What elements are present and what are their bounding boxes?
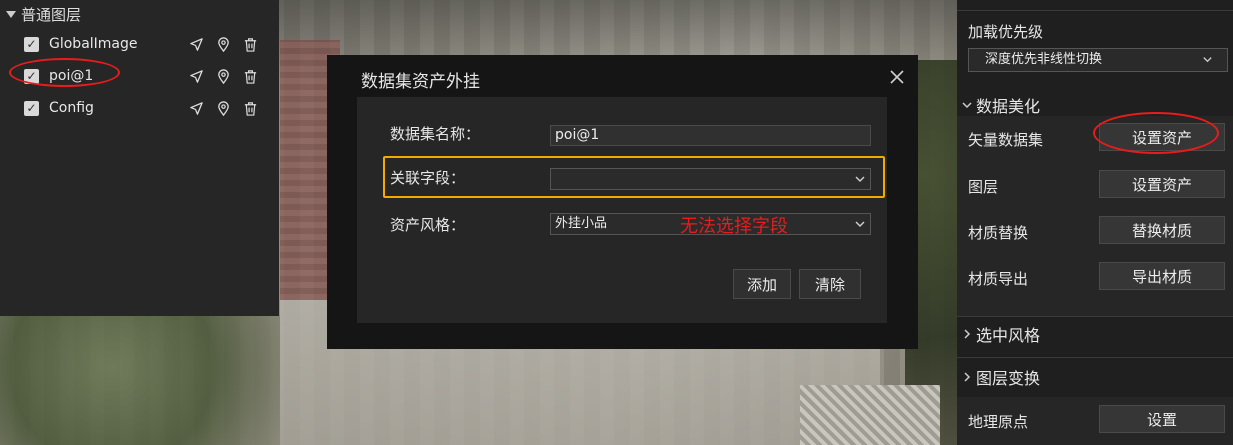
geo-origin-label: 地理原点 — [968, 413, 1029, 431]
send-icon[interactable] — [189, 101, 204, 116]
layer-checkbox[interactable]: ✓ — [24, 36, 39, 52]
vector-dataset-label: 矢量数据集 — [968, 131, 1044, 149]
trash-icon[interactable] — [243, 101, 258, 116]
chevron-right-icon — [964, 329, 971, 339]
close-icon[interactable] — [888, 68, 906, 86]
layer-set-asset-button[interactable]: 设置资产 — [1099, 170, 1225, 198]
annotation-note: 无法选择字段 — [680, 216, 788, 237]
select-style-title: 选中风格 — [976, 326, 1041, 345]
geo-origin-section: 地理原点 设置 — [957, 397, 1233, 445]
dialog-title: 数据集资产外挂 — [361, 72, 480, 92]
send-icon[interactable] — [189, 69, 204, 84]
map-grid-paving — [800, 385, 940, 445]
layer-group-title: 普通图层 — [21, 5, 82, 24]
dialog-body: 数据集名称： poi@1 关联字段： 资产风格： 外挂小品 无法选择字段 添加 … — [357, 97, 887, 323]
divider — [957, 10, 1233, 11]
layer-group-header[interactable]: 普通图层 — [0, 0, 279, 28]
divider — [957, 357, 1233, 358]
location-icon[interactable] — [216, 100, 231, 116]
map-trees — [0, 315, 280, 445]
link-field-select[interactable] — [550, 168, 871, 190]
properties-panel: 加载优先级 深度优先非线性切换 数据美化 矢量数据集 设置资产 图层 设置资产 … — [957, 0, 1233, 445]
link-field-label: 关联字段： — [390, 169, 466, 187]
trash-icon[interactable] — [243, 69, 258, 84]
chevron-down-icon — [1203, 57, 1212, 63]
layer-panel: 普通图层 ✓ GlobalImage ✓ poi@1 ✓ Config — [0, 0, 279, 316]
chevron-down-icon — [855, 221, 865, 228]
layer-name: GlobalImage — [49, 36, 138, 52]
trash-icon[interactable] — [243, 37, 258, 52]
location-icon[interactable] — [216, 36, 231, 52]
layer-item-globalimage[interactable]: ✓ GlobalImage — [0, 28, 279, 60]
clear-button[interactable]: 清除 — [799, 269, 861, 299]
dataset-name-label: 数据集名称： — [390, 125, 481, 143]
send-icon[interactable] — [189, 37, 204, 52]
load-priority-select[interactable]: 深度优先非线性切换 — [968, 48, 1228, 72]
chevron-down-icon — [962, 102, 972, 109]
layer-checkbox[interactable]: ✓ — [24, 100, 39, 116]
expand-triangle-icon[interactable] — [6, 10, 16, 18]
select-style-header[interactable]: 选中风格 — [961, 322, 1040, 346]
load-priority-value: 深度优先非线性切换 — [985, 52, 1103, 67]
data-beautify-title: 数据美化 — [976, 97, 1041, 116]
dataset-asset-dialog: 数据集资产外挂 数据集名称： poi@1 关联字段： 资产风格： 外挂小品 无法… — [327, 55, 918, 349]
material-export-label: 材质导出 — [968, 270, 1029, 288]
annotation-circle — [1093, 112, 1219, 154]
replace-material-button[interactable]: 替换材质 — [1099, 216, 1225, 244]
dataset-name-field[interactable]: poi@1 — [550, 125, 871, 146]
layer-transform-header[interactable]: 图层变换 — [961, 365, 1040, 389]
asset-style-value: 外挂小品 — [555, 216, 608, 231]
layer-name: Config — [49, 100, 94, 116]
export-material-button[interactable]: 导出材质 — [1099, 262, 1225, 290]
material-replace-label: 材质替换 — [968, 224, 1029, 242]
geo-origin-set-button[interactable]: 设置 — [1099, 405, 1225, 433]
data-beautify-header[interactable]: 数据美化 — [961, 93, 1040, 117]
chevron-right-icon — [964, 372, 971, 382]
annotation-circle — [9, 58, 120, 87]
asset-style-label: 资产风格： — [390, 216, 466, 234]
divider — [957, 316, 1233, 317]
layer-label: 图层 — [968, 178, 999, 196]
load-priority-label: 加载优先级 — [968, 23, 1044, 41]
chevron-down-icon — [855, 176, 865, 183]
layer-transform-title: 图层变换 — [976, 369, 1041, 388]
layer-item-config[interactable]: ✓ Config — [0, 92, 279, 124]
add-button[interactable]: 添加 — [733, 269, 791, 299]
location-icon[interactable] — [216, 68, 231, 84]
